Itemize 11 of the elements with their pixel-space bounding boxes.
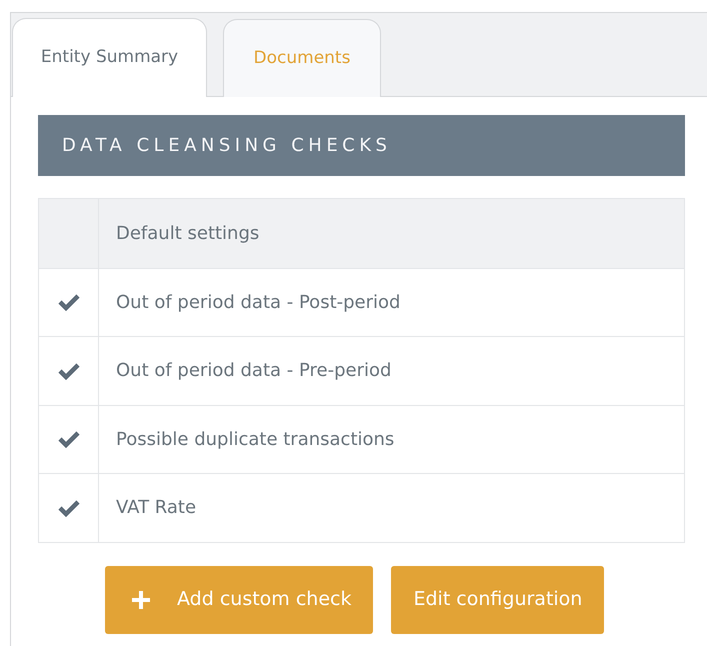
add-button[interactable]: Add custom check (105, 566, 374, 634)
check-name: Possible duplicate transactions (115, 428, 396, 452)
check-name: Out of period data - Pre-period (115, 359, 392, 384)
plus-icon (131, 590, 151, 610)
check-name: Out of period data - Post-period (115, 290, 402, 315)
check-name: VAT Rate (115, 496, 198, 520)
column-header: Default settings (115, 222, 260, 246)
tab[interactable]: Documents (223, 19, 381, 97)
section-heading: DATA CLEANSING CHECKS (38, 115, 685, 176)
edit-button[interactable]: Edit configuration (391, 566, 604, 634)
tab[interactable]: Entity Summary (12, 18, 207, 97)
